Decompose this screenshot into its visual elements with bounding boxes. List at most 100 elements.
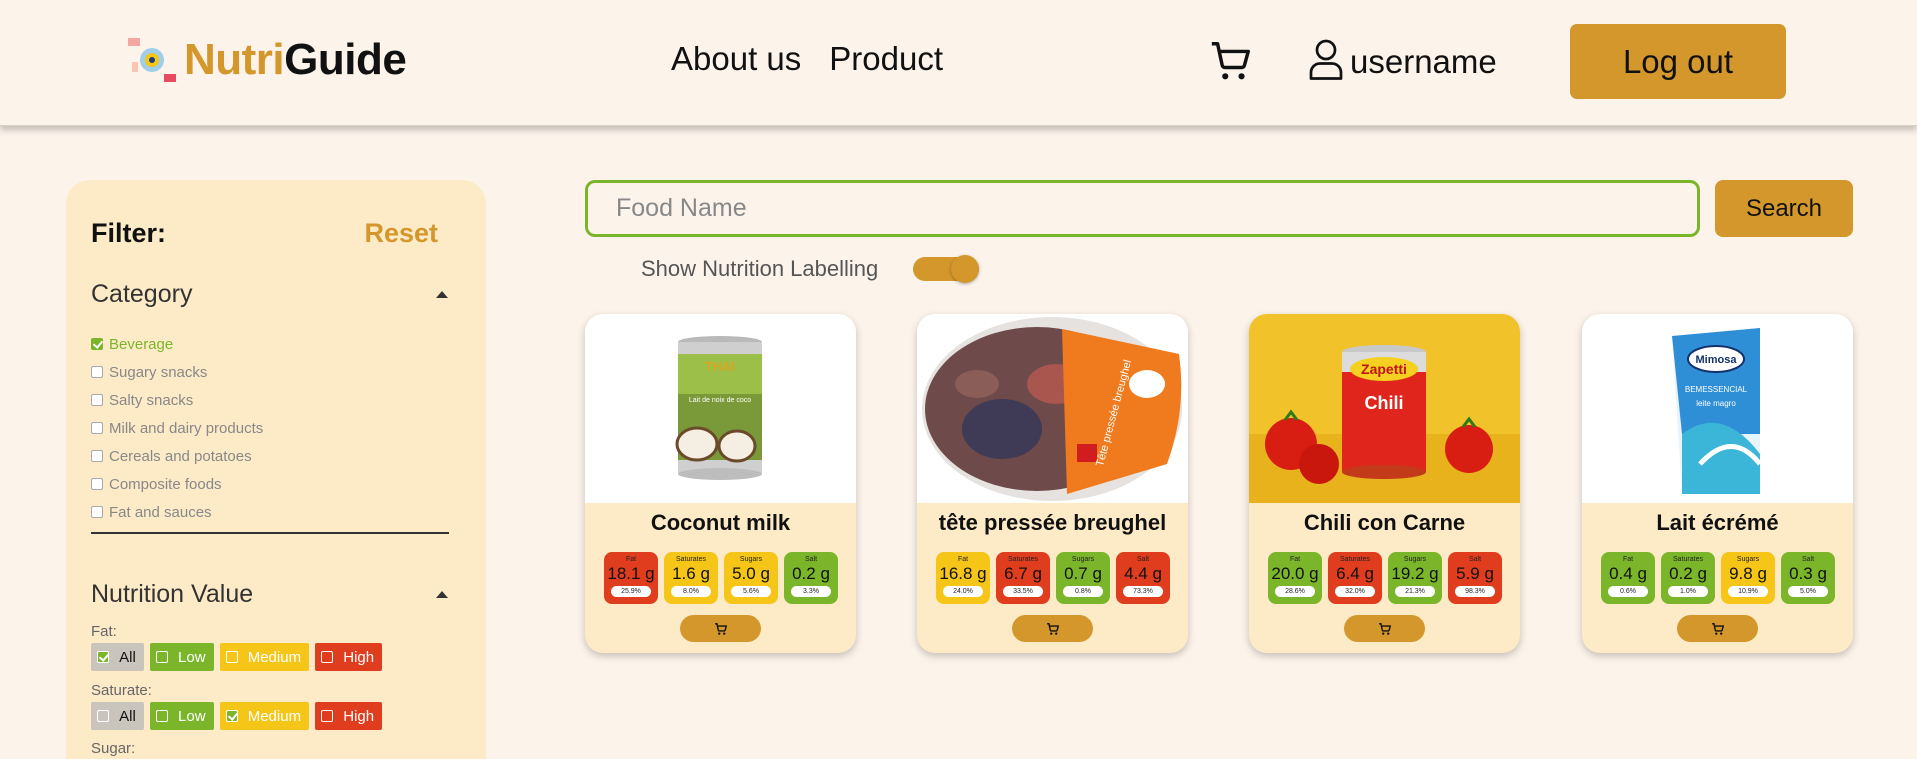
product-card[interactable]: THAI Lait de noix de coco Coconut milk F… (585, 314, 856, 653)
checkbox-icon[interactable] (91, 338, 103, 350)
checkbox-icon[interactable] (91, 366, 103, 378)
nutrient-badge-saturates: Saturates 0.2 g 1.0% (1661, 552, 1715, 604)
checkbox-icon[interactable] (91, 450, 103, 462)
user-menu[interactable]: username (1308, 38, 1497, 85)
caret-up-icon[interactable] (436, 591, 448, 598)
category-option-milk-dairy[interactable]: Milk and dairy products (91, 414, 263, 442)
nutrient-value: 1.6 g (672, 564, 710, 583)
product-image-brand-text: THAI (705, 359, 735, 374)
fat-option-all[interactable]: All (91, 643, 144, 671)
add-to-cart-button[interactable] (680, 615, 761, 642)
product-card[interactable]: Zapetti Chili Chili con Carne Fat 20.0 g 2… (1249, 314, 1520, 653)
nutrient-percent: 24.0% (943, 586, 983, 597)
category-option-beverage[interactable]: Beverage (91, 330, 263, 358)
product-name[interactable]: tête pressée breughel (917, 510, 1188, 536)
product-card[interactable]: Mimosa BEMESSENCIAL leite magro Lait écr… (1582, 314, 1853, 653)
saturate-option-medium[interactable]: Medium (219, 702, 310, 730)
add-to-cart-button[interactable] (1012, 615, 1093, 642)
product-image-sub-text: leite magro (1696, 399, 1736, 408)
search-input[interactable] (585, 180, 1700, 237)
nutrient-percent: 0.6% (1608, 586, 1648, 597)
category-title[interactable]: Category (91, 280, 192, 309)
nutrient-label: Salt (1801, 556, 1815, 563)
nav-about-us[interactable]: About us (671, 40, 801, 78)
checkbox-icon[interactable] (91, 394, 103, 406)
add-to-cart-button[interactable] (1677, 615, 1758, 642)
category-label: Salty snacks (109, 391, 194, 409)
filter-panel: Filter: Reset Category Beverage Sugary s… (66, 180, 486, 759)
logo[interactable]: NutriGuide (128, 30, 407, 90)
nutrient-badge-sugars: Sugars 19.2 g 21.3% (1388, 552, 1442, 604)
cart-icon (1711, 622, 1724, 635)
sugar-filter-label: Sugar: (91, 740, 136, 757)
nutrient-value: 6.7 g (1004, 564, 1042, 583)
checkbox-icon[interactable] (321, 710, 334, 722)
reset-button[interactable]: Reset (364, 218, 438, 249)
nutrient-percent: 1.0% (1668, 586, 1708, 597)
nutrient-percent: 73.3% (1123, 586, 1163, 597)
nutrient-label: Fat (957, 556, 969, 563)
toggle-knob[interactable] (951, 255, 979, 283)
product-card[interactable]: Tête pressée breughel tête pressée breug… (917, 314, 1188, 653)
nutrient-value: 6.4 g (1336, 564, 1374, 583)
nutrient-value: 9.8 g (1729, 564, 1767, 583)
product-image: THAI Lait de noix de coco (585, 314, 856, 503)
nutrient-badge-fat: Fat 18.1 g 25.9% (604, 552, 658, 604)
product-image-label-text: BEMESSENCIAL (1685, 385, 1748, 394)
category-option-sugary-snacks[interactable]: Sugary snacks (91, 358, 263, 386)
checkbox-icon[interactable] (91, 422, 103, 434)
nutrition-title[interactable]: Nutrition Value (91, 580, 253, 609)
saturate-option-low[interactable]: Low (149, 702, 214, 730)
checkbox-icon[interactable] (225, 651, 238, 663)
category-label: Sugary snacks (109, 363, 208, 381)
checkbox-icon[interactable] (155, 710, 168, 722)
checkbox-icon[interactable] (91, 506, 103, 518)
category-option-fat-sauces[interactable]: Fat and sauces (91, 498, 263, 526)
product-image-brand-text: Mimosa (1696, 354, 1738, 366)
option-label: Low (178, 648, 206, 666)
nav-product[interactable]: Product (829, 40, 943, 78)
nutrient-percent: 5.6% (731, 586, 771, 597)
checkbox-icon[interactable] (321, 651, 334, 663)
nutrient-percent: 33.5% (1003, 586, 1043, 597)
product-name[interactable]: Coconut milk (585, 510, 856, 536)
checkbox-icon[interactable] (155, 651, 168, 663)
nutrient-label: Fat (625, 556, 637, 563)
fat-option-medium[interactable]: Medium (219, 643, 310, 671)
fat-filter-label: Fat: (91, 623, 117, 640)
fat-option-high[interactable]: High (315, 643, 383, 671)
nutrient-value: 16.8 g (939, 564, 987, 583)
nutrient-value: 0.2 g (1669, 564, 1707, 583)
checkbox-icon[interactable] (97, 651, 109, 663)
nutrient-percent: 28.6% (1275, 586, 1315, 597)
product-image-brand-text: Zapetti (1361, 361, 1407, 377)
nutrient-badge-salt: Salt 0.2 g 3.3% (784, 552, 838, 604)
saturate-option-high[interactable]: High (315, 702, 383, 730)
nutrient-value: 0.3 g (1789, 564, 1827, 583)
add-to-cart-button[interactable] (1344, 615, 1425, 642)
cart-icon[interactable] (1208, 38, 1254, 84)
fat-option-low[interactable]: Low (149, 643, 214, 671)
saturate-option-all[interactable]: All (91, 702, 144, 730)
checkbox-icon[interactable] (225, 710, 238, 722)
category-label: Milk and dairy products (109, 419, 264, 437)
category-option-cereals[interactable]: Cereals and potatoes (91, 442, 263, 470)
nutrient-label: Saturates (1008, 556, 1038, 563)
product-image: Mimosa BEMESSENCIAL leite magro (1582, 314, 1853, 503)
search-button[interactable]: Search (1715, 180, 1853, 237)
category-option-composite-foods[interactable]: Composite foods (91, 470, 263, 498)
nutrient-label: Saturates (676, 556, 706, 563)
nutrition-toggle-label: Show Nutrition Labelling (641, 256, 879, 281)
nutrition-toggle[interactable] (913, 255, 979, 283)
nutrient-label: Saturates (1673, 556, 1703, 563)
checkbox-icon[interactable] (97, 710, 109, 722)
product-name[interactable]: Chili con Carne (1249, 510, 1520, 536)
checkbox-icon[interactable] (91, 478, 103, 490)
divider (91, 532, 449, 534)
caret-up-icon[interactable] (436, 291, 448, 298)
category-option-salty-snacks[interactable]: Salty snacks (91, 386, 263, 414)
logout-button[interactable]: Log out (1570, 24, 1786, 99)
nutrient-percent: 5.0% (1788, 586, 1828, 597)
product-name[interactable]: Lait écrémé (1582, 510, 1853, 536)
main-nav: About us Product (671, 40, 943, 78)
